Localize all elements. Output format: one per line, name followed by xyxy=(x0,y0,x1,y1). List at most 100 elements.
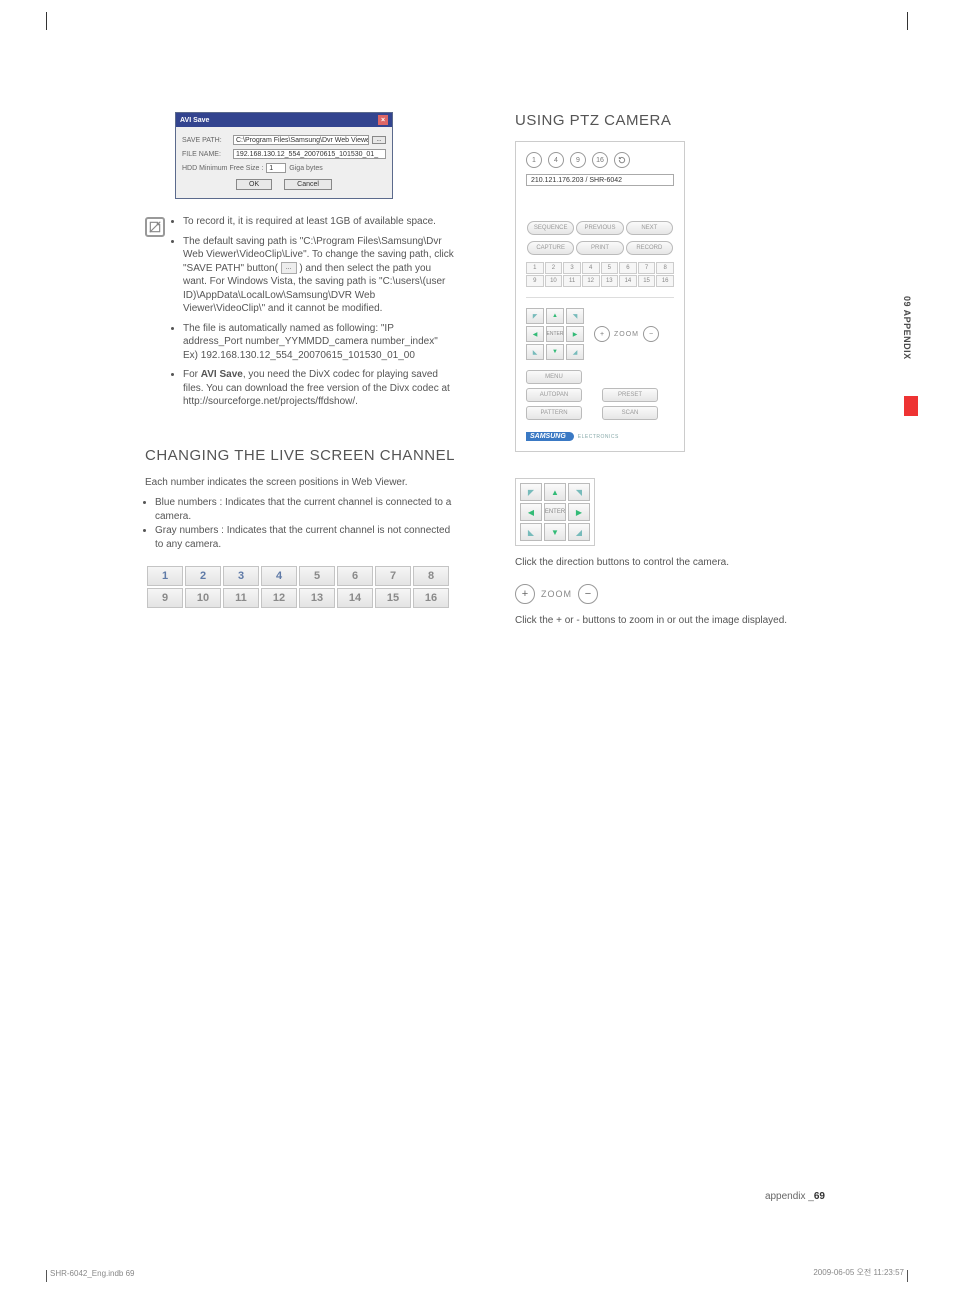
pattern-button[interactable]: PATTERN xyxy=(526,406,582,420)
scan-button[interactable]: SCAN xyxy=(602,406,658,420)
zoom-in-button[interactable]: + xyxy=(515,584,535,604)
record-button[interactable]: RECORD xyxy=(626,241,673,255)
zoom-label: ZOOM xyxy=(614,331,639,338)
layout-16-button[interactable]: 16 xyxy=(592,152,608,168)
menu-button[interactable]: MENU xyxy=(526,370,582,384)
zoom-label: ZOOM xyxy=(541,589,572,599)
browse-button[interactable]: ... xyxy=(372,136,386,144)
ptz-ch[interactable]: 8 xyxy=(656,262,674,274)
dir-down-right[interactable]: ◢ xyxy=(566,344,584,360)
note-item-2: The default saving path is "C:\Program F… xyxy=(183,235,455,316)
channel-cell[interactable]: 8 xyxy=(413,566,449,586)
inline-browse-button: ... xyxy=(281,262,297,274)
dir-down[interactable]: ▼ xyxy=(546,344,564,360)
print-button[interactable]: PRINT xyxy=(576,241,623,255)
channel-cell[interactable]: 9 xyxy=(147,588,183,608)
hdd-unit-label: Giga bytes xyxy=(289,165,322,172)
capture-button[interactable]: CAPTURE xyxy=(527,241,574,255)
ok-button[interactable]: OK xyxy=(236,179,272,190)
cancel-button[interactable]: Cancel xyxy=(284,179,332,190)
dir-up[interactable]: ▲ xyxy=(546,308,564,324)
enter-button[interactable]: ENTER xyxy=(544,503,566,521)
channel-cell[interactable]: 12 xyxy=(261,588,297,608)
channel-cell[interactable]: 11 xyxy=(223,588,259,608)
channel-cell[interactable]: 5 xyxy=(299,566,335,586)
layout-4-button[interactable]: 4 xyxy=(548,152,564,168)
channel-cell[interactable]: 15 xyxy=(375,588,411,608)
blue-numbers-desc: Blue numbers : Indicates that the curren… xyxy=(155,496,455,524)
channel-cell[interactable]: 2 xyxy=(185,566,221,586)
save-path-label: SAVE PATH: xyxy=(182,137,230,144)
ptz-ch[interactable]: 10 xyxy=(545,275,563,287)
next-button[interactable]: NEXT xyxy=(626,221,673,235)
layout-9-button[interactable]: 9 xyxy=(570,152,586,168)
brand-logo: SAMSUNG xyxy=(526,432,574,441)
note-item-4: For AVI Save, you need the DivX codec fo… xyxy=(183,368,455,409)
channel-cell[interactable]: 1 xyxy=(147,566,183,586)
dir-up-right[interactable]: ◥ xyxy=(566,308,584,324)
enter-button[interactable]: ENTER xyxy=(546,326,564,342)
print-meta-right: 2009-06-05 오전 11:23:57 xyxy=(813,1267,904,1278)
dir-up-right[interactable]: ◥ xyxy=(568,483,590,501)
note-bullets: To record it, it is required at least 1G… xyxy=(171,215,455,415)
channel-cell[interactable]: 6 xyxy=(337,566,373,586)
page-footer: appendix _69 xyxy=(765,1191,825,1202)
autopan-button[interactable]: AUTOPAN xyxy=(526,388,582,402)
zoom-out-button[interactable]: − xyxy=(643,326,659,342)
dir-left[interactable]: ◀ xyxy=(526,326,544,342)
note-item-3: The file is automatically named as follo… xyxy=(183,322,455,363)
dir-right[interactable]: ▶ xyxy=(568,503,590,521)
dir-down-right[interactable]: ◢ xyxy=(568,523,590,541)
file-name-input[interactable]: 192.168.130.12_554_20070615_101530_01_ xyxy=(233,149,386,159)
dir-up-left[interactable]: ◤ xyxy=(526,308,544,324)
heading-changing-channel: CHANGING THE LIVE SCREEN CHANNEL xyxy=(145,447,455,464)
ptz-ch[interactable]: 3 xyxy=(563,262,581,274)
ptz-ch[interactable]: 6 xyxy=(619,262,637,274)
ptz-ch[interactable]: 16 xyxy=(656,275,674,287)
side-tab-label: 09 APPENDIX xyxy=(902,296,912,360)
ptz-ch[interactable]: 1 xyxy=(526,262,544,274)
ptz-ch[interactable]: 4 xyxy=(582,262,600,274)
zoom-out-button[interactable]: − xyxy=(578,584,598,604)
dir-up-left[interactable]: ◤ xyxy=(520,483,542,501)
dir-down-left[interactable]: ◣ xyxy=(520,523,542,541)
ptz-ch[interactable]: 5 xyxy=(601,262,619,274)
previous-button[interactable]: PREVIOUS xyxy=(576,221,623,235)
loop-button[interactable] xyxy=(614,152,630,168)
changing-intro: Each number indicates the screen positio… xyxy=(145,476,455,490)
dir-up[interactable]: ▲ xyxy=(544,483,566,501)
sequence-button[interactable]: SEQUENCE xyxy=(527,221,574,235)
zoom-in-button[interactable]: + xyxy=(594,326,610,342)
zoom-control-detail: + ZOOM − xyxy=(515,584,825,604)
channel-cell[interactable]: 4 xyxy=(261,566,297,586)
dir-left[interactable]: ◀ xyxy=(520,503,542,521)
dir-right[interactable]: ▶ xyxy=(566,326,584,342)
channel-cell[interactable]: 16 xyxy=(413,588,449,608)
ptz-ch[interactable]: 9 xyxy=(526,275,544,287)
preset-button[interactable]: PRESET xyxy=(602,388,658,402)
heading-ptz: USING PTZ CAMERA xyxy=(515,112,825,129)
close-icon[interactable]: × xyxy=(378,115,388,125)
layout-1-button[interactable]: 1 xyxy=(526,152,542,168)
ptz-ch[interactable]: 7 xyxy=(638,262,656,274)
channel-cell[interactable]: 13 xyxy=(299,588,335,608)
channel-cell[interactable]: 10 xyxy=(185,588,221,608)
dialog-title: AVI Save xyxy=(180,117,209,124)
ptz-ch[interactable]: 2 xyxy=(545,262,563,274)
dir-down[interactable]: ▼ xyxy=(544,523,566,541)
note-item-1: To record it, it is required at least 1G… xyxy=(183,215,455,229)
ptz-ch[interactable]: 13 xyxy=(601,275,619,287)
ptz-ch[interactable]: 14 xyxy=(619,275,637,287)
ptz-ch[interactable]: 15 xyxy=(638,275,656,287)
hdd-min-label: HDD Minimum Free Size : xyxy=(182,165,263,172)
channel-cell[interactable]: 3 xyxy=(223,566,259,586)
ptz-ch[interactable]: 12 xyxy=(582,275,600,287)
channel-cell[interactable]: 14 xyxy=(337,588,373,608)
channel-cell[interactable]: 7 xyxy=(375,566,411,586)
dir-down-left[interactable]: ◣ xyxy=(526,344,544,360)
save-path-input[interactable]: C:\Program Files\Samsung\Dvr Web Viewer\… xyxy=(233,135,369,145)
direction-pad: ◤ ▲ ◥ ◀ ENTER ▶ ◣ ▼ ◢ xyxy=(526,308,584,360)
address-field[interactable]: 210.121.176.203 / SHR-6042 xyxy=(526,174,674,186)
ptz-ch[interactable]: 11 xyxy=(563,275,581,287)
hdd-min-input[interactable]: 1 xyxy=(266,163,286,173)
